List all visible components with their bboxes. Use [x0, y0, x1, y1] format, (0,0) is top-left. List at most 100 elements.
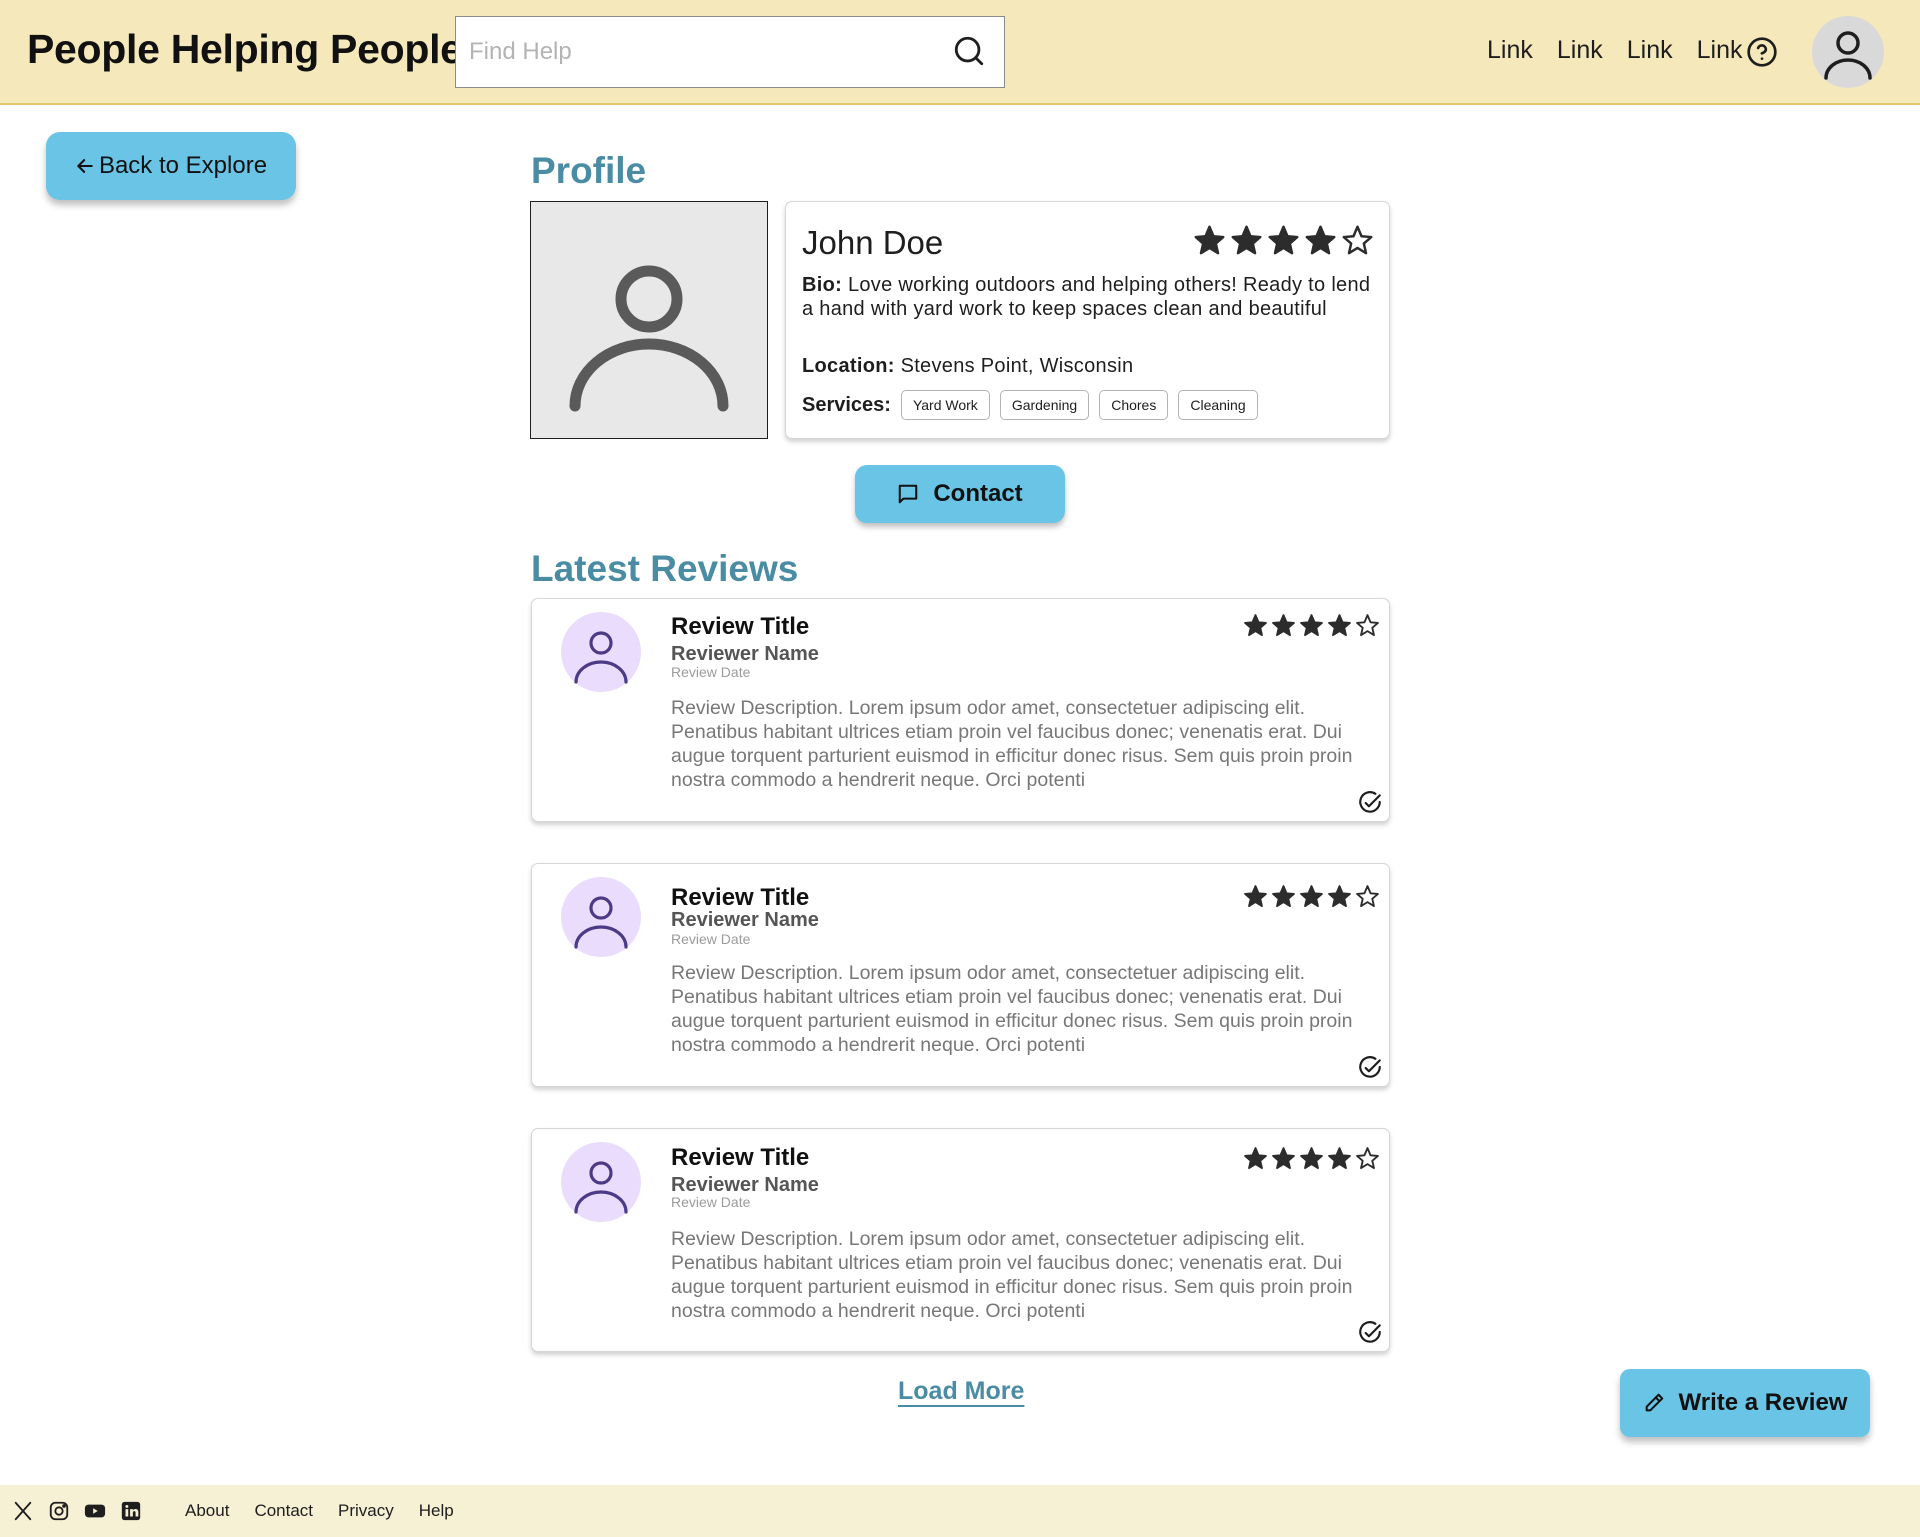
contact-button[interactable]: Contact [855, 465, 1065, 523]
review-card: Review Title Reviewer Name Review Date R… [531, 863, 1390, 1087]
reviewer-avatar [561, 877, 641, 957]
instagram-icon[interactable] [48, 1500, 70, 1522]
review-card: Review Title Reviewer Name Review Date R… [531, 1128, 1390, 1352]
footer-link-about[interactable]: About [185, 1501, 229, 1521]
profile-heading: Profile [531, 150, 647, 191]
profile-info-card: John Doe Bio: Love working outdoors and … [785, 201, 1390, 439]
search-bar [455, 16, 1005, 88]
user-icon [574, 896, 628, 949]
bio-label: Bio: [802, 274, 843, 296]
star-filled-icon [1300, 614, 1323, 637]
nav-links: Link Link Link Link [1487, 36, 1767, 65]
nav-link-2[interactable]: Link [1557, 36, 1603, 65]
profile-photo [530, 201, 768, 439]
page: People Helping People Link Link Link Lin… [0, 0, 1920, 1537]
review-rating [1243, 1146, 1380, 1171]
footer-link-contact[interactable]: Contact [254, 1501, 313, 1521]
social-links [12, 1500, 142, 1522]
reviewer-name: Reviewer Name [671, 909, 819, 931]
reviewer-avatar [561, 1142, 641, 1222]
review-description: Review Description. Lorem ipsum odor ame… [671, 962, 1353, 1056]
review-rating [1243, 884, 1380, 909]
footer: About Contact Privacy Help [0, 1485, 1920, 1537]
service-tag[interactable]: Yard Work [900, 390, 990, 420]
star-filled-icon [1300, 1147, 1323, 1170]
location-text: Stevens Point, Wisconsin [900, 355, 1134, 377]
star-filled-icon [1244, 885, 1267, 908]
help-icon[interactable] [1746, 36, 1778, 68]
search-input[interactable] [456, 17, 926, 86]
star-empty-icon [1356, 614, 1379, 637]
user-icon [1824, 31, 1872, 80]
star-filled-icon [1328, 1147, 1351, 1170]
profile-rating [1193, 224, 1374, 257]
star-empty-icon [1356, 1147, 1379, 1170]
search-icon[interactable] [952, 34, 986, 68]
star-filled-icon [1244, 1147, 1267, 1170]
profile-services: Services: Yard Work Gardening Chores Cle… [802, 390, 1268, 420]
brand-title[interactable]: People Helping People [27, 26, 463, 73]
verified-check-icon [1359, 1056, 1381, 1078]
bio-text: Love working outdoors and helping others… [802, 274, 1371, 320]
service-tag[interactable]: Gardening [999, 390, 1090, 420]
footer-link-privacy[interactable]: Privacy [338, 1501, 394, 1521]
linkedin-icon[interactable] [120, 1500, 142, 1522]
reviewer-avatar [561, 612, 641, 692]
star-filled-icon [1305, 225, 1336, 255]
youtube-icon[interactable] [84, 1500, 106, 1522]
review-rating [1243, 613, 1380, 638]
star-empty-icon [1342, 225, 1373, 255]
review-date: Review Date [671, 1194, 751, 1210]
write-review-button[interactable]: Write a Review [1620, 1369, 1870, 1437]
load-more-link[interactable]: Load More [898, 1377, 1024, 1406]
write-review-label: Write a Review [1678, 1389, 1848, 1416]
footer-link-help[interactable]: Help [419, 1501, 454, 1521]
latest-reviews-heading: Latest Reviews [531, 548, 799, 589]
star-filled-icon [1328, 885, 1351, 908]
back-to-explore-label: Back to Explore [98, 152, 268, 179]
user-avatar-button[interactable] [1812, 16, 1884, 88]
profile-bio: Bio: Love working outdoors and helping o… [802, 273, 1377, 321]
profile-name: John Doe [802, 224, 944, 261]
star-empty-icon [1356, 885, 1379, 908]
review-title: Review Title [671, 884, 810, 911]
star-filled-icon [1244, 614, 1267, 637]
pencil-icon [1645, 1393, 1663, 1412]
user-placeholder-icon [569, 265, 729, 412]
user-icon [574, 1161, 628, 1214]
review-title: Review Title [671, 1144, 810, 1171]
star-filled-icon [1272, 614, 1295, 637]
message-icon [899, 484, 918, 504]
verified-check-icon [1359, 791, 1381, 813]
star-filled-icon [1300, 885, 1323, 908]
verified-check-icon [1359, 1321, 1381, 1343]
star-filled-icon [1268, 225, 1299, 255]
review-description: Review Description. Lorem ipsum odor ame… [671, 697, 1353, 791]
star-filled-icon [1231, 225, 1262, 255]
review-date: Review Date [671, 931, 751, 947]
contact-label: Contact [933, 480, 1023, 507]
x-icon[interactable] [12, 1500, 34, 1522]
star-filled-icon [1194, 225, 1225, 255]
review-card: Review Title Reviewer Name Review Date R… [531, 598, 1390, 822]
star-filled-icon [1328, 614, 1351, 637]
review-title: Review Title [671, 613, 810, 640]
services-label: Services: [802, 393, 891, 416]
star-filled-icon [1272, 1147, 1295, 1170]
nav-link-3[interactable]: Link [1627, 36, 1673, 65]
service-tag[interactable]: Chores [1099, 390, 1169, 420]
review-description: Review Description. Lorem ipsum odor ame… [671, 1228, 1353, 1322]
profile-location: Location: Stevens Point, Wisconsin [802, 354, 1377, 378]
review-date: Review Date [671, 664, 751, 680]
arrow-left-icon [77, 159, 93, 173]
footer-links: About Contact Privacy Help [185, 1501, 479, 1521]
reviewer-name: Reviewer Name [671, 643, 819, 665]
nav-link-4[interactable]: Link [1697, 36, 1743, 65]
top-navbar: People Helping People Link Link Link Lin… [0, 0, 1920, 105]
nav-link-1[interactable]: Link [1487, 36, 1533, 65]
star-filled-icon [1272, 885, 1295, 908]
service-tag[interactable]: Cleaning [1178, 390, 1258, 420]
back-to-explore-button[interactable]: Back to Explore [46, 132, 296, 200]
user-icon [574, 631, 628, 684]
location-label: Location: [802, 355, 895, 377]
